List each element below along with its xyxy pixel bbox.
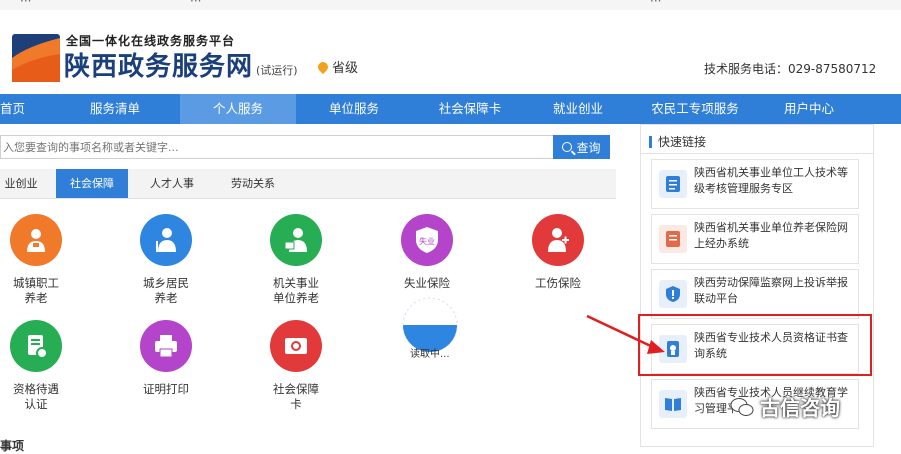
injury-insurance-icon	[532, 214, 584, 266]
quick-link-text: 陕西省机关事业单位养老保险网上经办系统	[694, 221, 848, 250]
service-institution-pension[interactable]: 机关事业 单位养老	[246, 214, 346, 306]
category-tabs: 业创业 社会保障 人才人事 劳动关系	[0, 169, 616, 199]
qualification-doc-icon	[10, 320, 62, 372]
tab-social-security[interactable]: 社会保障	[56, 169, 128, 198]
nav-item-home[interactable]: 首页	[0, 94, 40, 124]
service-label: 机关事业	[273, 276, 319, 290]
service-label: 社会保障	[273, 382, 319, 396]
main-nav: 首页 服务清单 个人服务 单位服务 社会保障卡 就业创业 农民工专项服务 用户中…	[0, 94, 901, 124]
quick-link-item[interactable]: 陕西省机关事业单位工人技术等级考核管理服务专区	[651, 159, 859, 209]
tab-employment[interactable]: 业创业	[0, 169, 42, 198]
tab-talent[interactable]: 人才人事	[140, 169, 204, 198]
service-label: 资格待遇	[13, 382, 59, 396]
service-injury-insurance[interactable]: 工伤保险	[508, 214, 608, 291]
service-social-card[interactable]: 社会保障卡	[246, 320, 346, 412]
loading-text: 读取中...	[410, 349, 450, 360]
location-label: 省级	[332, 61, 359, 76]
nav-item-migrant-worker[interactable]: 农民工专项服务	[628, 94, 762, 124]
social-card-icon	[270, 320, 322, 372]
service-label: 单位养老	[273, 291, 319, 305]
site-header: 全国一体化在线政务服务平台 陕西政务服务网 (试运行) 省级 技术服务电话：02…	[0, 10, 901, 94]
service-label: 城乡居民	[143, 276, 189, 290]
quick-links-title: 快速链接	[649, 133, 706, 150]
section-heading: 事项	[0, 439, 25, 453]
service-resident-pension[interactable]: 城乡居民 养老	[116, 214, 216, 306]
search-button[interactable]: 查询	[553, 135, 610, 159]
shield-alert-icon	[659, 280, 687, 308]
quick-link-item[interactable]: 陕西劳动保障监察网上投诉举报联动平台	[651, 269, 859, 319]
watermark: 古信咨询	[730, 392, 840, 421]
document-red-icon	[659, 225, 687, 253]
search-input[interactable]	[0, 135, 553, 159]
printer-icon	[140, 320, 192, 372]
service-urban-pension[interactable]: 城镇职工 养老	[0, 214, 86, 306]
site-title: 陕西政务服务网	[64, 52, 254, 82]
service-unemployment[interactable]: 失业 失业保险	[377, 214, 477, 291]
location-pin-icon	[315, 59, 331, 74]
service-label: 养老	[154, 291, 178, 305]
divider	[641, 153, 873, 154]
service-label: 养老	[24, 291, 48, 305]
institution-pension-icon	[270, 214, 322, 266]
service-label: 工伤保险	[535, 276, 581, 290]
tab-labor-relations[interactable]: 劳动关系	[220, 169, 286, 198]
book-icon	[659, 390, 687, 418]
quick-link-item[interactable]: 陕西省机关事业单位养老保险网上经办系统	[651, 214, 859, 264]
service-label: 城镇职工	[13, 276, 59, 290]
quick-link-text: 陕西省机关事业单位工人技术等级考核管理服务专区	[694, 166, 848, 195]
top-strip-text: ···	[20, 0, 32, 8]
location-selector[interactable]: 省级	[315, 57, 359, 76]
service-label: 卡	[290, 397, 302, 411]
site-logo-icon[interactable]	[10, 32, 62, 84]
service-label: 证明打印	[143, 382, 189, 396]
elderly-worker-icon	[10, 214, 62, 266]
quick-links-title-text: 快速链接	[658, 135, 707, 149]
watermark-text: 古信咨询	[760, 396, 840, 420]
trial-label: (试运行)	[256, 64, 298, 77]
service-qualification-auth[interactable]: 资格待遇 认证	[0, 320, 86, 412]
main-content: 查询 业创业 社会保障 人才人事 劳动关系 城镇职工养老 城乡居民养老 机关事业…	[0, 124, 628, 453]
search-button-label: 查询	[576, 140, 601, 155]
nav-item-employment[interactable]: 就业创业	[528, 94, 628, 124]
wechat-icon	[730, 397, 754, 416]
nav-item-unit-service[interactable]: 单位服务	[296, 94, 412, 124]
top-strip-text: ···	[650, 0, 662, 8]
nav-item-personal-service[interactable]: 个人服务	[180, 94, 296, 124]
unemployment-shield-icon: 失业	[401, 214, 453, 266]
search-icon	[562, 142, 573, 152]
nav-item-user-center[interactable]: 用户中心	[762, 94, 856, 124]
document-list-icon	[659, 170, 687, 198]
annotation-arrow-icon	[586, 314, 665, 354]
service-label: 认证	[24, 397, 48, 411]
nav-item-social-card[interactable]: 社会保障卡	[412, 94, 528, 124]
quick-link-text: 陕西劳动保障监察网上投诉举报联动平台	[694, 276, 848, 305]
title-bar-decoration	[649, 135, 652, 148]
service-label: 失业保险	[404, 276, 450, 290]
nav-item-service-list[interactable]: 服务清单	[40, 94, 180, 124]
unemployment-badge-text: 失业	[419, 236, 435, 246]
annotation-highlight-box	[638, 314, 872, 376]
elderly-resident-icon	[140, 214, 192, 266]
support-phone: 技术服务电话：029-87580712	[704, 62, 877, 76]
top-strip-text: ···	[190, 0, 202, 8]
service-certificate-print[interactable]: 证明打印	[116, 320, 216, 397]
